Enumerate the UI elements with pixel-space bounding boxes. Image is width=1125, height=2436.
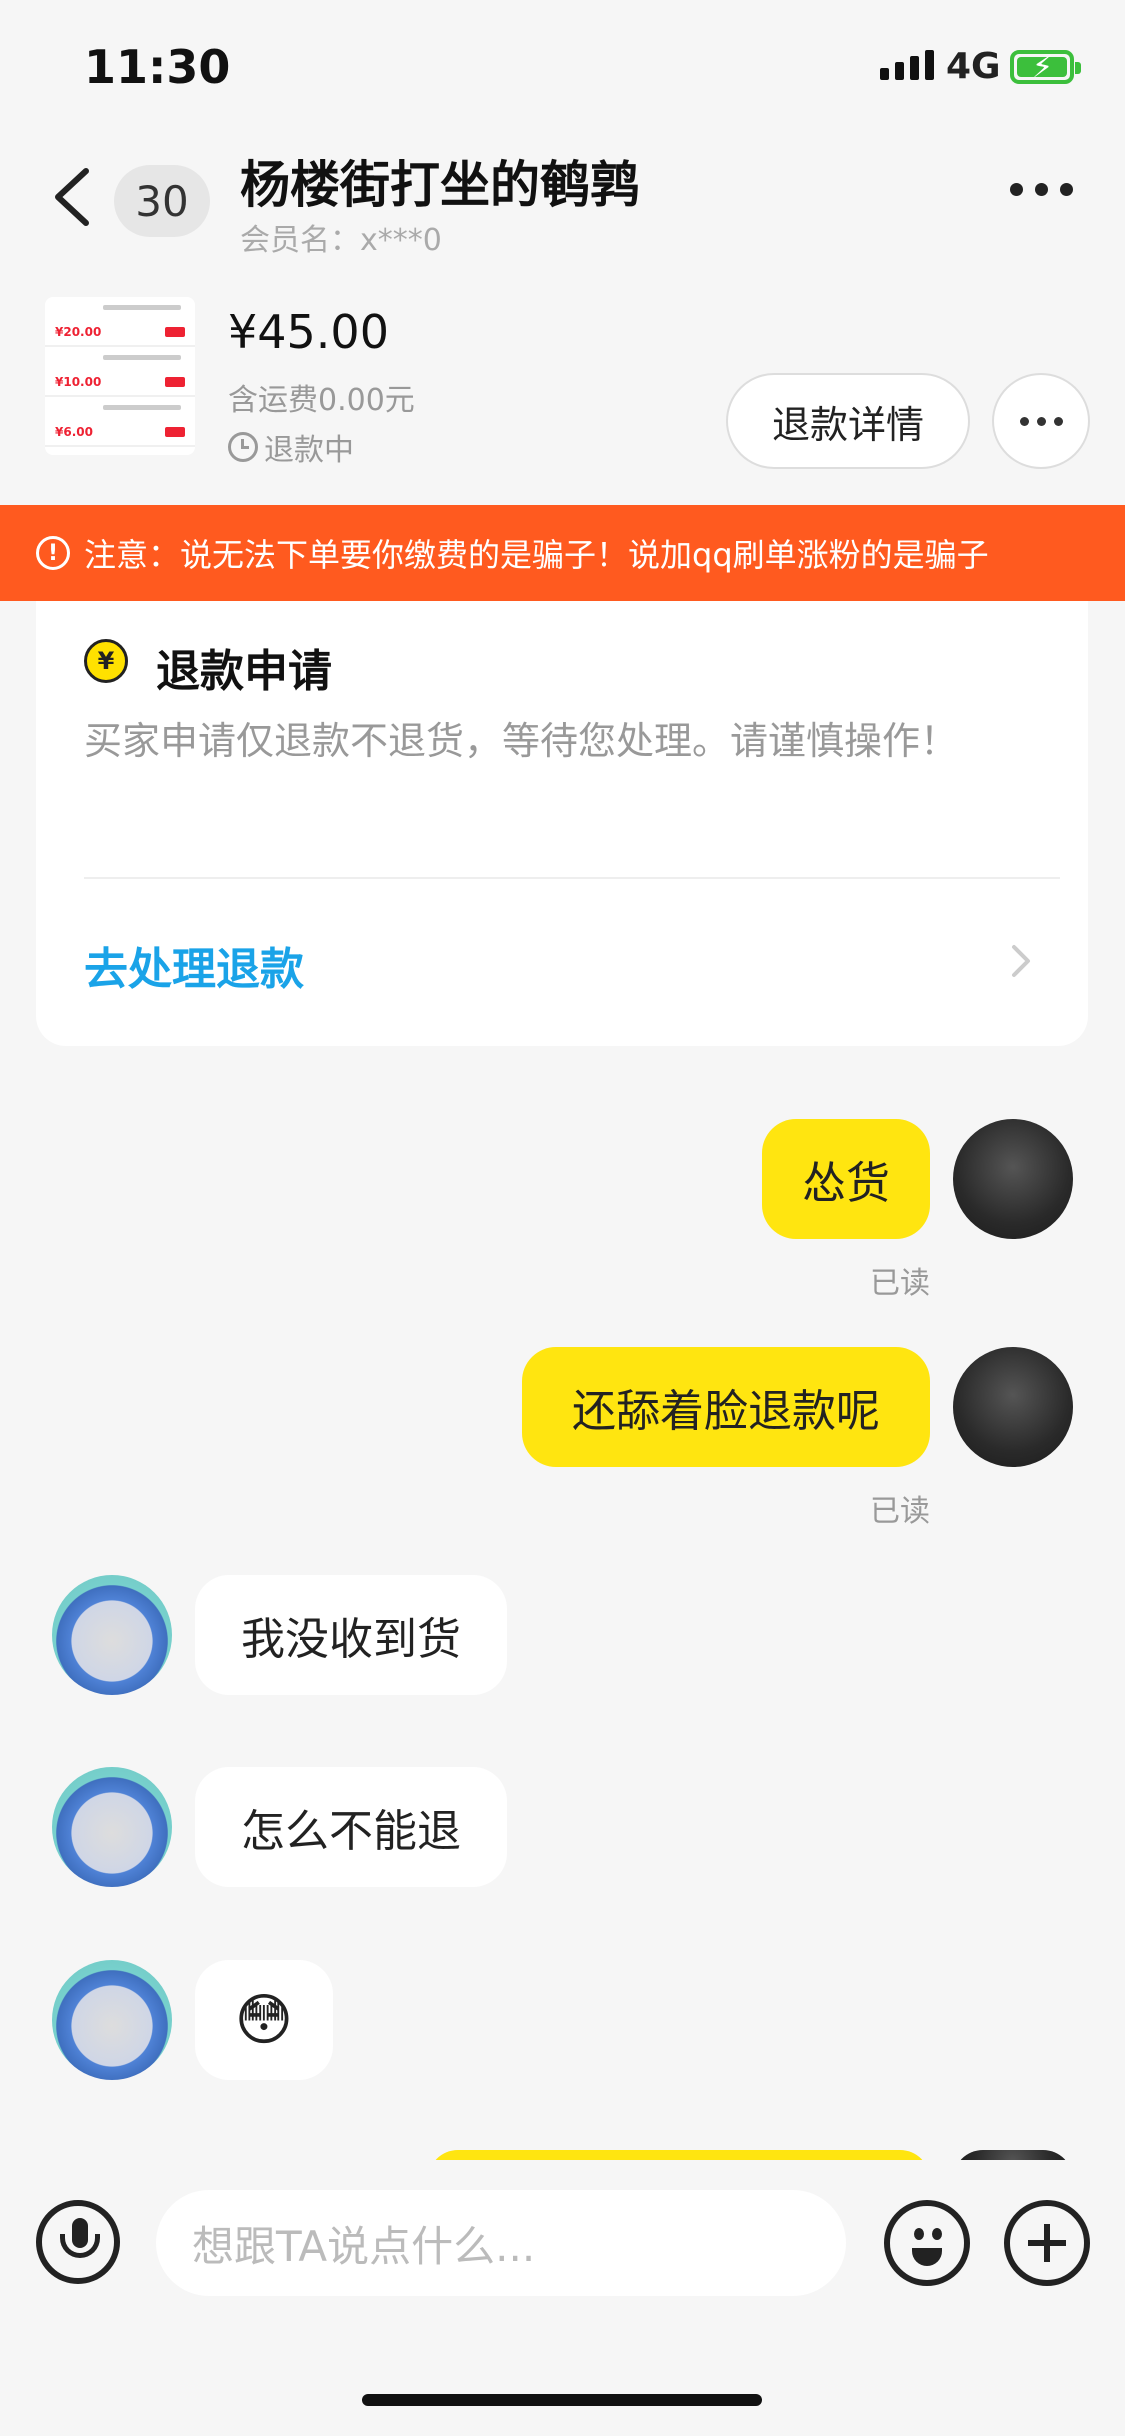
message-bubble-received[interactable]: 我没收到货 — [195, 1575, 507, 1695]
chat-header: 30 杨楼街打坐的鹌鹑 会员名：x***0 — [0, 135, 1125, 265]
shy-face-emoji-icon: 😳 — [234, 1987, 294, 2053]
order-card[interactable]: ¥20.00 ¥10.00 ¥6.00 ¥45.00 含运费0.00元 退款中 … — [0, 285, 1125, 505]
order-more-button[interactable] — [992, 373, 1090, 469]
emoji-icon[interactable] — [884, 2200, 970, 2286]
avatar[interactable] — [52, 1767, 172, 1887]
status-time: 11:30 — [84, 40, 231, 94]
refund-card-title: 退款申请 — [156, 646, 332, 697]
message-bubble-received[interactable]: 😳 — [195, 1960, 333, 2080]
warning-banner: ! 注意：说无法下单要你缴费的是骗子！说加qq刷单涨粉的是骗子 — [0, 505, 1125, 601]
message-input[interactable]: 想跟TA说点什么... — [156, 2190, 846, 2296]
refund-card-description: 买家申请仅退款不退货，等待您处理。请谨慎操作！ — [84, 719, 959, 763]
read-receipt: 已读 — [870, 1494, 930, 1529]
back-button[interactable] — [50, 165, 100, 235]
avatar[interactable] — [953, 1347, 1073, 1467]
refund-request-card: ¥ 退款申请 买家申请仅退款不退货，等待您处理。请谨慎操作！ 去处理退款 — [36, 601, 1088, 1046]
avatar[interactable] — [52, 1575, 172, 1695]
home-indicator[interactable] — [362, 2394, 762, 2406]
refund-icon: ¥ — [84, 639, 128, 683]
order-status-label: 退款中 — [264, 433, 354, 468]
network-type: 4G — [946, 46, 1001, 87]
clock-icon — [228, 432, 258, 462]
shipping-fee: 含运费0.00元 — [228, 383, 415, 418]
warning-text: 注意：说无法下单要你缴费的是骗子！说加qq刷单涨粉的是骗子 — [84, 536, 989, 574]
message-bubble-sent[interactable]: 怂货 — [762, 1119, 930, 1239]
signal-icon — [880, 50, 934, 80]
battery-icon: ⚡ — [1010, 50, 1081, 85]
more-options-button[interactable] — [1010, 183, 1073, 196]
chat-title: 杨楼街打坐的鹌鹑 — [240, 156, 640, 214]
product-thumbnail[interactable]: ¥20.00 ¥10.00 ¥6.00 — [45, 297, 195, 455]
unread-count-badge[interactable]: 30 — [114, 165, 210, 237]
status-bar: 11:30 4G ⚡ — [0, 0, 1125, 135]
order-status: 退款中 — [228, 425, 354, 469]
message-bubble-sent[interactable]: 还舔着脸退款呢 — [522, 1347, 930, 1467]
chevron-right-icon[interactable] — [1002, 941, 1038, 981]
refund-detail-button[interactable]: 退款详情 — [726, 373, 970, 469]
plus-icon[interactable] — [1004, 2200, 1090, 2286]
read-receipt: 已读 — [870, 1266, 930, 1301]
message-bubble-received[interactable]: 怎么不能退 — [195, 1767, 507, 1887]
avatar[interactable] — [52, 1960, 172, 2080]
chevron-left-icon — [55, 168, 89, 226]
member-name: 会员名：x***0 — [240, 223, 442, 258]
divider — [84, 877, 1060, 879]
process-refund-link[interactable]: 去处理退款 — [84, 933, 304, 997]
microphone-icon[interactable] — [36, 2200, 120, 2284]
alert-icon: ! — [36, 536, 70, 570]
order-price: ¥45.00 — [228, 305, 389, 359]
avatar[interactable] — [953, 1119, 1073, 1239]
